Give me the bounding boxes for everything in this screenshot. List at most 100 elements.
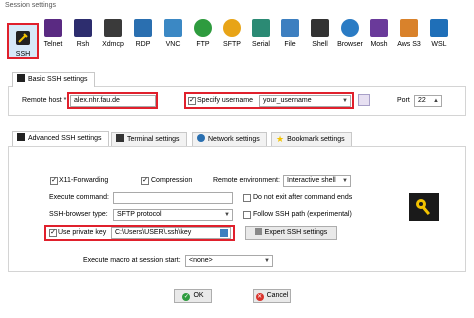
execute-command-input[interactable] (113, 192, 233, 204)
protocol-label: RDP (135, 41, 151, 48)
browser-icon (341, 19, 359, 37)
port-label: Port (397, 97, 410, 104)
mosh-icon (370, 19, 388, 37)
chevron-down-icon: ▼ (264, 258, 270, 264)
sftp-icon (223, 19, 241, 37)
spinner-icon: ▲ (433, 98, 439, 104)
protocol-wsl-button[interactable]: WSL (423, 19, 455, 59)
protocol-telnet-button[interactable]: Telnet (37, 19, 69, 59)
protocol-label: Xdmcp (102, 41, 124, 48)
ssh-browser-type-select[interactable]: SFTP protocol ▼ (113, 209, 233, 221)
ok-label: OK (193, 292, 204, 299)
file-icon (281, 19, 299, 37)
cancel-label: Cancel (266, 292, 289, 299)
protocol-label: Aws S3 (397, 41, 421, 48)
rdp-icon (134, 19, 152, 37)
chevron-down-icon: ▼ (224, 212, 230, 218)
ssh-browser-type-label: SSH-browser type: (49, 211, 108, 218)
tab-label: Network settings (208, 136, 260, 143)
protocol-shell-button[interactable]: Shell (304, 19, 336, 59)
expert-ssh-settings-label: Expert SSH settings (264, 229, 328, 236)
remote-host-highlight (67, 92, 158, 109)
protocol-serial-button[interactable]: Serial (245, 19, 277, 59)
protocol-label: VNC (165, 41, 181, 48)
protocol-rdp-button[interactable]: RDP (127, 19, 159, 59)
protocol-label: File (284, 41, 296, 48)
ssh-wrench-icon (17, 133, 25, 141)
expert-ssh-settings-button[interactable]: Expert SSH settings (245, 226, 337, 240)
tab-network-settings[interactable]: Network settings (192, 132, 267, 146)
protocol-label: SSH (15, 51, 31, 58)
execute-macro-value: <none> (189, 257, 213, 264)
network-icon (197, 134, 205, 142)
ftp-icon (194, 19, 212, 37)
execute-command-label: Execute command: (49, 194, 109, 201)
tab-label: Basic SSH settings (28, 76, 88, 83)
protocol-label: Rsh (76, 41, 90, 48)
tab-terminal-settings[interactable]: Terminal settings (111, 132, 187, 146)
ssh-wrench-icon (14, 29, 32, 47)
ok-button[interactable]: ✓ OK (174, 289, 212, 303)
follow-ssh-path-label: Follow SSH path (experimental) (253, 211, 352, 218)
follow-ssh-path-checkbox[interactable] (243, 211, 251, 219)
execute-macro-select[interactable]: <none> ▼ (185, 255, 273, 267)
remote-environment-label: Remote environment: (213, 177, 280, 184)
protocol-toolbar: SSH Telnet Rsh Xdmcp RDP VNC FTP SFTP Se… (0, 13, 474, 59)
tab-label: Terminal settings (127, 136, 180, 143)
protocol-ftp-button[interactable]: FTP (187, 19, 219, 59)
protocol-mosh-button[interactable]: Mosh (363, 19, 395, 59)
protocol-label: FTP (196, 41, 210, 48)
protocol-label: Mosh (370, 41, 388, 48)
window-title: Session settings (5, 2, 56, 9)
username-highlight (184, 92, 354, 109)
cancel-button[interactable]: ✕ Cancel (253, 289, 291, 303)
protocol-file-button[interactable]: File (274, 19, 306, 59)
port-input[interactable]: 22 ▲ (414, 95, 442, 107)
protocol-xdmcp-button[interactable]: Xdmcp (97, 19, 129, 59)
compression-label: Compression (151, 177, 193, 184)
protocol-ssh-button[interactable]: SSH (7, 23, 39, 59)
window-titlebar: Session settings (0, 0, 474, 12)
do-not-exit-label: Do not exit after command ends (253, 194, 353, 201)
key-icon (409, 193, 439, 221)
protocol-sftp-button[interactable]: SFTP (216, 19, 248, 59)
tab-advanced-ssh-settings[interactable]: Advanced SSH settings (12, 131, 109, 146)
star-icon: ★ (276, 134, 285, 144)
check-icon: ✓ (182, 293, 191, 301)
wrench-icon (254, 228, 262, 235)
rsh-icon (74, 19, 92, 37)
serial-icon (252, 19, 270, 37)
protocol-browser-button[interactable]: Browser (334, 19, 366, 59)
chevron-down-icon: ▼ (342, 178, 348, 184)
protocol-label: SFTP (223, 41, 241, 48)
tab-label: Advanced SSH settings (28, 135, 102, 142)
telnet-icon (44, 19, 62, 37)
remote-host-label: Remote host * (22, 97, 67, 104)
x11-forwarding-checkbox[interactable]: ✓ (50, 177, 58, 185)
protocol-label: Shell (312, 41, 328, 48)
xdmcp-icon (104, 19, 122, 37)
wsl-icon (430, 19, 448, 37)
vnc-icon (164, 19, 182, 37)
private-key-highlight (44, 225, 235, 241)
tab-label: Bookmark settings (287, 136, 345, 143)
compression-checkbox[interactable]: ✓ (141, 177, 149, 185)
tab-bookmark-settings[interactable]: ★ Bookmark settings (271, 132, 352, 146)
protocol-rsh-button[interactable]: Rsh (67, 19, 99, 59)
x11-forwarding-label: X11-Forwarding (59, 177, 109, 184)
aws-s3-icon (400, 19, 418, 37)
protocol-vnc-button[interactable]: VNC (157, 19, 189, 59)
remote-environment-select[interactable]: Interactive shell ▼ (283, 175, 351, 187)
terminal-icon (116, 134, 124, 142)
protocol-label: Serial (252, 41, 270, 48)
user-manager-icon[interactable] (358, 94, 370, 106)
tab-basic-ssh-settings[interactable]: Basic SSH settings (12, 72, 95, 87)
protocol-aws-s3-button[interactable]: Aws S3 (393, 19, 425, 59)
protocol-label: Browser (337, 41, 363, 48)
protocol-label: Telnet (43, 41, 63, 48)
shell-icon (311, 19, 329, 37)
do-not-exit-checkbox[interactable] (243, 194, 251, 202)
advanced-ssh-settings-panel (8, 146, 466, 272)
execute-macro-label: Execute macro at session start: (83, 257, 181, 264)
remote-environment-value: Interactive shell (287, 177, 336, 184)
